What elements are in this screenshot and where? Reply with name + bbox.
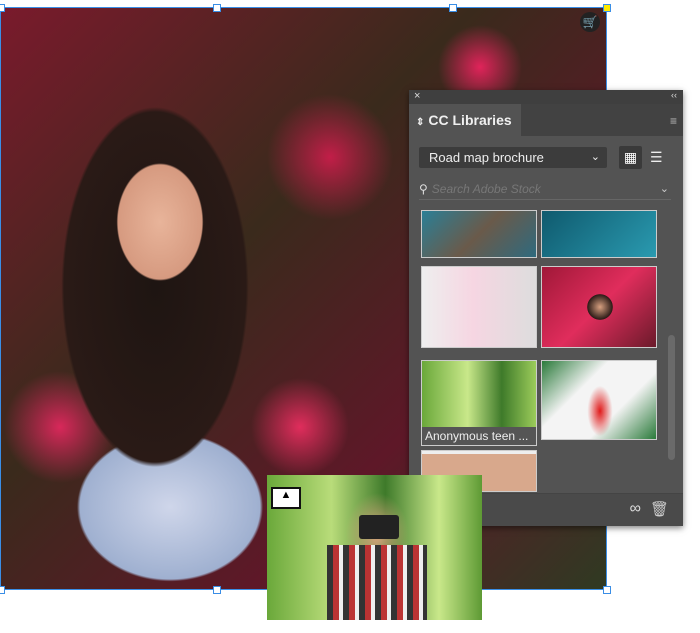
- resize-handle[interactable]: [0, 586, 5, 594]
- stock-cart-icon[interactable]: 🛒: [580, 12, 600, 32]
- dragged-image-preview[interactable]: ▲: [267, 475, 482, 620]
- list-view-button[interactable]: ☰: [650, 146, 666, 169]
- panel-tabs: ⇕ CC Libraries ≡: [409, 104, 683, 136]
- library-thumbnail[interactable]: [541, 266, 657, 348]
- library-thumbnail[interactable]: [421, 210, 537, 258]
- resize-handle[interactable]: [603, 4, 611, 12]
- preview-detail: [359, 515, 399, 539]
- resize-handle[interactable]: [449, 4, 457, 12]
- cc-libraries-panel: × ‹‹ ⇕ CC Libraries ≡ Road map brochure ⌄ …: [409, 90, 683, 526]
- panel-menu-icon[interactable]: ≡: [670, 114, 677, 128]
- panel-topbar: × ‹‹: [409, 90, 683, 104]
- creative-cloud-icon[interactable]: ∞: [630, 500, 641, 518]
- library-select-value: Road map brochure: [429, 150, 544, 165]
- search-placeholder: Search Adobe Stock: [431, 182, 541, 196]
- chevron-down-icon: ⌄: [590, 151, 600, 163]
- library-thumbnail[interactable]: [541, 360, 657, 440]
- grid-view-button[interactable]: ▦: [619, 146, 642, 169]
- scrollbar[interactable]: [668, 335, 675, 460]
- library-thumbnail[interactable]: [541, 210, 657, 258]
- resize-handle[interactable]: [213, 4, 221, 12]
- resize-handle[interactable]: [603, 586, 611, 594]
- library-thumbnail[interactable]: Anonymous teen ...: [421, 360, 537, 446]
- thumbnail-caption: Anonymous teen ...: [422, 427, 536, 445]
- chevron-down-icon[interactable]: ⌄: [660, 179, 669, 199]
- preview-detail: [327, 545, 427, 620]
- search-input[interactable]: ⚲ Search Adobe Stock ⌄: [419, 179, 671, 200]
- tab-label: CC Libraries: [428, 112, 512, 128]
- updown-icon: ⇕: [416, 117, 425, 128]
- resize-handle[interactable]: [0, 4, 5, 12]
- resize-handle[interactable]: [213, 586, 221, 594]
- trash-icon[interactable]: 🗑: [650, 500, 669, 518]
- search-icon: ⚲: [419, 182, 428, 196]
- library-select[interactable]: Road map brochure ⌄: [419, 147, 607, 168]
- close-icon[interactable]: ×: [414, 90, 420, 102]
- tab-cc-libraries[interactable]: ⇕ CC Libraries: [409, 104, 521, 136]
- image-place-icon: ▲: [271, 487, 301, 509]
- library-thumbnail[interactable]: [421, 266, 537, 348]
- collapse-icon[interactable]: ‹‹: [671, 90, 677, 100]
